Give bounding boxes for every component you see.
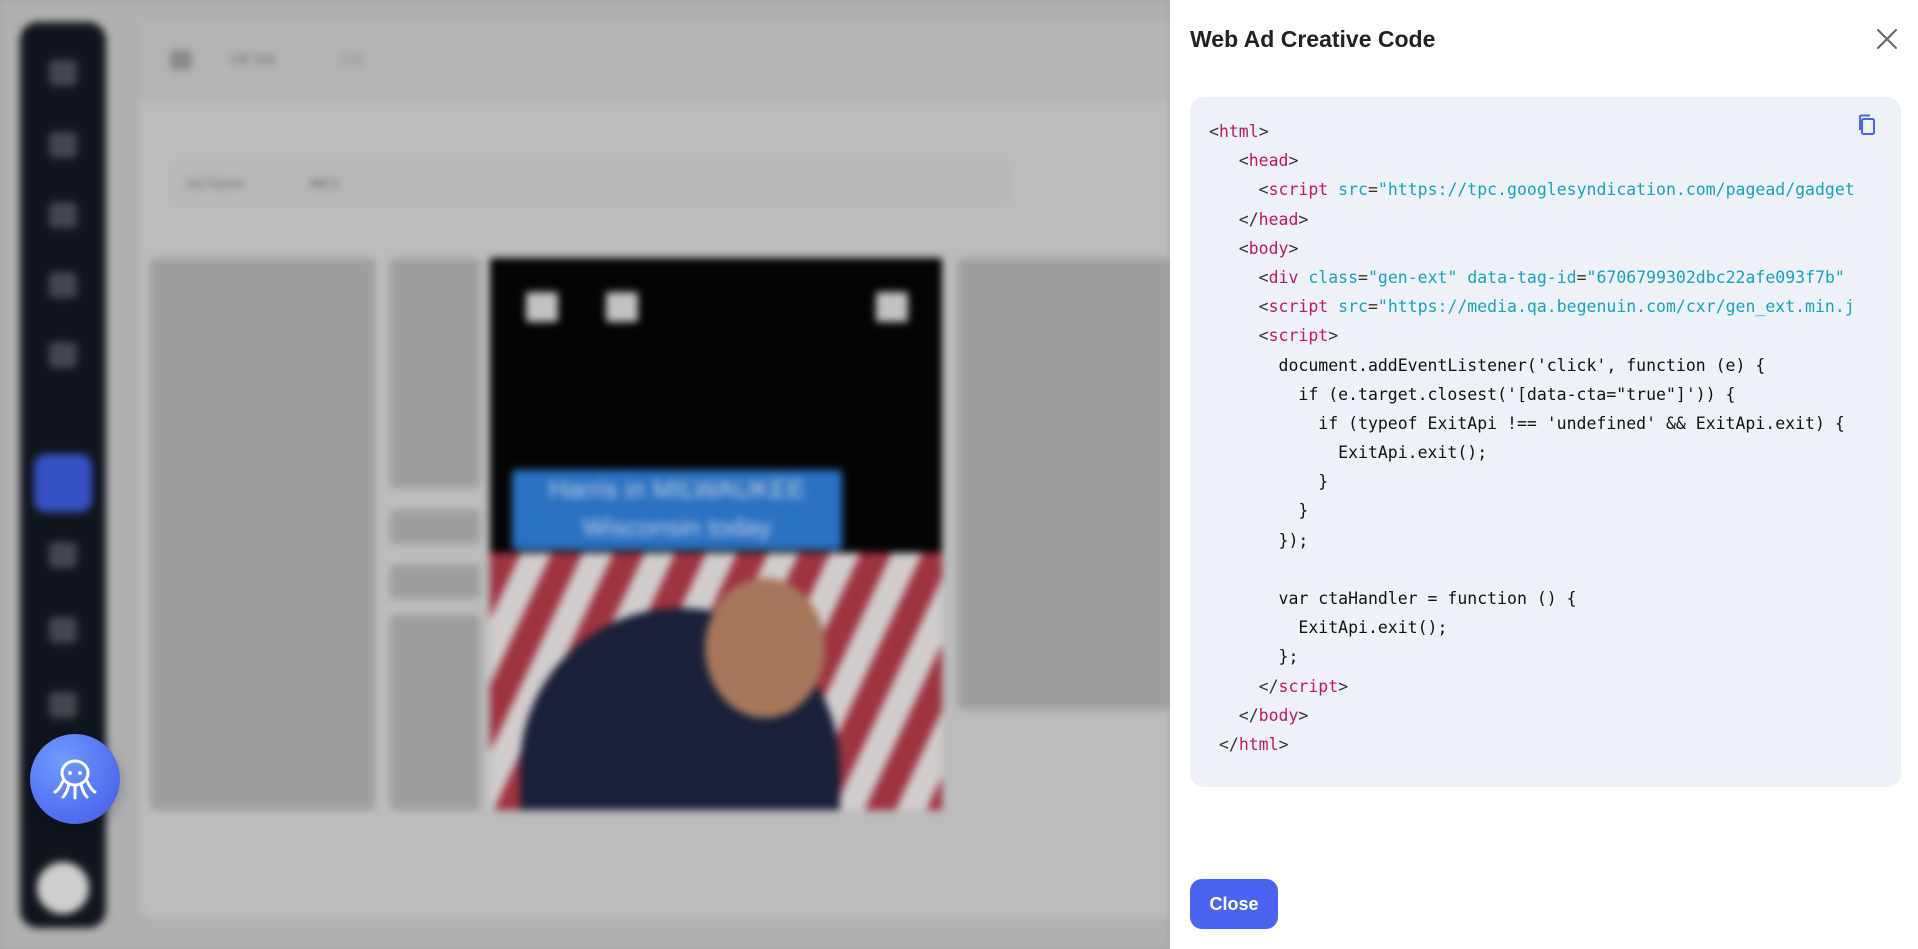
- code-line: };: [1209, 642, 1855, 671]
- code-token: var ctaHandler = function () {: [1209, 589, 1577, 608]
- code-token: "gen-ext": [1367, 267, 1458, 287]
- code-token: </: [1209, 209, 1259, 229]
- code-line: </script>: [1209, 672, 1855, 701]
- code-token: <: [1209, 267, 1269, 287]
- code-token: head: [1258, 209, 1299, 229]
- code-line: document.addEventListener('click', funct…: [1209, 351, 1855, 380]
- code-token: "https://tpc.googlesyndication.com/pagea…: [1377, 180, 1855, 200]
- code-token: >: [1288, 151, 1299, 171]
- drawer-title: Web Ad Creative Code: [1190, 26, 1436, 52]
- code-token: script: [1268, 326, 1329, 346]
- code-token: body: [1258, 705, 1299, 725]
- code-token: <: [1209, 151, 1249, 171]
- code-token: head: [1248, 151, 1289, 171]
- code-line: <script>: [1209, 321, 1855, 350]
- code-token: <: [1209, 238, 1249, 258]
- code-token: if (e.target.closest('[data-cta="true"]'…: [1209, 384, 1736, 404]
- code-token: <: [1209, 122, 1219, 141]
- code-line: <html>: [1209, 117, 1855, 146]
- code-token: ExitApi.exit();: [1209, 618, 1448, 638]
- code-token: "https://media.qa.begenuin.com/cxr/gen_e…: [1377, 297, 1855, 317]
- code-token: =: [1358, 267, 1368, 287]
- code-line: var ctaHandler = function () {: [1209, 584, 1855, 613]
- code-drawer: Web Ad Creative Code <html> <head> <scri…: [1170, 0, 1918, 949]
- code-token: }: [1209, 472, 1329, 492]
- code-token: class: [1308, 267, 1359, 287]
- code-token: >: [1338, 676, 1349, 696]
- code-token: ExitApi.exit();: [1209, 443, 1488, 463]
- code-line: if (typeof ExitApi !== 'undefined' && Ex…: [1209, 409, 1855, 438]
- code-block: <html> <head> <script src="https://tpc.g…: [1190, 97, 1901, 787]
- code-token: "6706799302dbc22afe093f7b": [1586, 267, 1845, 287]
- code-token: html: [1238, 734, 1279, 754]
- octopus-icon: [53, 759, 97, 800]
- code-token: src: [1338, 297, 1368, 317]
- code-line: }: [1209, 467, 1855, 496]
- code-line: }: [1209, 496, 1855, 525]
- code-token: };: [1209, 647, 1299, 667]
- modal-overlay[interactable]: [0, 0, 1170, 949]
- code-token: >: [1258, 122, 1269, 141]
- code-token: <: [1209, 326, 1269, 346]
- code-line: <script src="https://tpc.googlesyndicati…: [1209, 175, 1855, 204]
- code-token: });: [1209, 530, 1309, 550]
- code-token: >: [1278, 734, 1289, 754]
- code-token: div: [1268, 267, 1299, 287]
- code-token: >: [1298, 209, 1309, 229]
- code-line: ExitApi.exit();: [1209, 613, 1855, 642]
- code-line: <body>: [1209, 234, 1855, 263]
- code-line: ExitApi.exit();: [1209, 438, 1855, 467]
- code-token: script: [1268, 297, 1329, 317]
- code-token: =: [1576, 267, 1587, 287]
- code-token: document.addEventListener('click', funct…: [1209, 355, 1766, 375]
- assistant-octopus-button[interactable]: [30, 734, 120, 824]
- code-token: }: [1209, 501, 1309, 521]
- code-token: script: [1278, 676, 1339, 696]
- code-line: </head>: [1209, 205, 1855, 234]
- code-token: <: [1209, 180, 1269, 200]
- code-line: <head>: [1209, 146, 1855, 175]
- close-icon[interactable]: [1872, 24, 1902, 54]
- code-token: html: [1218, 122, 1259, 141]
- code-token: =: [1367, 297, 1378, 317]
- code-token: body: [1248, 238, 1289, 258]
- code-token: </: [1209, 705, 1259, 725]
- code-token: >: [1328, 326, 1339, 346]
- close-button[interactable]: Close: [1190, 879, 1278, 929]
- code-token: >: [1298, 705, 1309, 725]
- code-line: <div class="gen-ext" data-tag-id="670679…: [1209, 263, 1855, 292]
- code-line: </body>: [1209, 701, 1855, 730]
- code-token: src: [1338, 180, 1368, 200]
- code-line: });: [1209, 526, 1855, 555]
- copy-icon[interactable]: [1853, 111, 1881, 139]
- code-token: </: [1209, 734, 1239, 754]
- code-line: <script src="https://media.qa.begenuin.c…: [1209, 292, 1855, 321]
- code-token: <: [1209, 297, 1269, 317]
- code-line: </html>: [1209, 730, 1855, 759]
- code-token: data-tag-id: [1467, 267, 1577, 287]
- code-line: if (e.target.closest('[data-cta="true"]'…: [1209, 380, 1855, 409]
- code-token: >: [1288, 238, 1299, 258]
- code-token: =: [1367, 180, 1378, 200]
- code-token: script: [1268, 180, 1329, 200]
- code-token: </: [1209, 676, 1279, 696]
- code-token: if (typeof ExitApi !== 'undefined' && Ex…: [1209, 413, 1845, 433]
- code-text: <html> <head> <script src="https://tpc.g…: [1209, 117, 1855, 759]
